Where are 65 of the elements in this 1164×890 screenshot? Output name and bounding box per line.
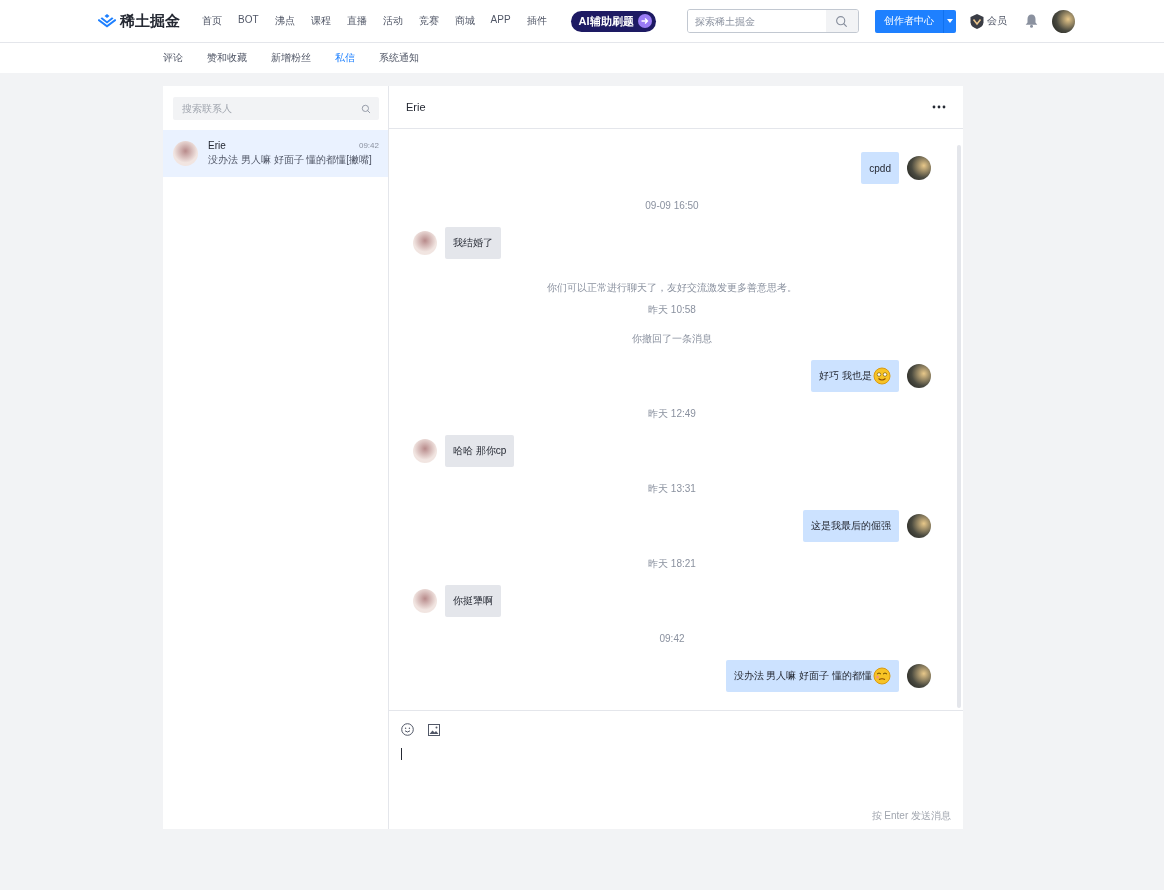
nav-link[interactable]: 商城 [446,14,483,28]
message-bubble: cpdd [861,152,899,184]
search-icon [835,14,849,28]
nav-link[interactable]: APP [482,14,519,28]
message-bubble: 没办法 男人嘛 好面子 懂的都懂 [725,660,899,692]
caret-icon [946,19,953,23]
member-link[interactable]: 会员 [986,14,1007,28]
search-icon [361,103,371,114]
message-preview: 没办法 男人嘛 好面子 懂的都懂[撇嘴] [208,153,373,167]
message-timestamp: 09:42 [658,632,686,645]
contact-time: 09:42 [358,141,379,150]
message-timestamp: 09-09 16:50 [644,199,700,212]
chat-title: Erie [406,101,426,113]
bell-icon[interactable] [1024,14,1038,28]
contact-avatar [413,439,437,463]
message-timestamp: 昨天 13:31 [647,482,697,495]
contact-search-input[interactable]: 搜索联系人 [173,103,361,114]
message-bubble: 这是我最后的倔强 [803,510,899,542]
subnav-tab[interactable]: 赞和收藏 [195,51,259,65]
contact-search-field[interactable]: 搜索联系人 [173,97,379,120]
search-field[interactable]: 探索稀土掘金 [686,9,859,33]
system-notice: 你撤回了一条消息 [631,332,713,345]
user-avatar [907,156,931,180]
contact-avatar [173,141,198,166]
user-avatar [907,364,931,388]
message-bubble: 好巧 我也是 [811,360,899,392]
subnav-tab[interactable]: 系统通知 [367,51,431,65]
emoji-icon[interactable] [401,723,414,736]
nav-link[interactable]: 首页 [194,14,230,28]
subnav-tab[interactable]: 私信 [323,51,367,65]
ai-promo-button[interactable]: AI辅助刷题 [570,10,656,32]
text-cursor [401,748,402,760]
subnav-tab[interactable]: 新增粉丝 [259,51,323,65]
nav-link[interactable]: 插件 [518,14,555,28]
contact-avatar [413,231,437,255]
shield-icon [969,13,984,29]
message-timestamp: 昨天 12:49 [647,407,697,420]
nav-link[interactable]: BOT [230,14,267,28]
system-notice: 你们可以正常进行聊天了，友好交流激发更多善意思考。 [546,281,798,294]
creator-center-button[interactable]: 创作者中心 [874,9,943,33]
contact-avatar [413,589,437,613]
message-timestamp: 昨天 18:21 [647,557,697,570]
nav-link[interactable]: 竞赛 [410,14,447,28]
send-hint: 按 Enter 发送消息 [870,809,951,823]
message-bubble: 我结婚了 [445,227,501,259]
more-icon[interactable] [932,105,946,109]
logo-text[interactable]: 稀土掘金 [120,11,180,31]
nav-link[interactable]: 课程 [302,14,339,28]
user-avatar [907,664,931,688]
nav-link[interactable]: 直播 [338,14,375,28]
contact-name: Erie [208,140,226,151]
logo-icon [98,13,116,29]
nav-link[interactable]: 活动 [374,14,411,28]
message-bubble: 哈哈 那你cp [445,435,515,467]
arrow-right-icon [637,14,652,28]
message-timestamp: 昨天 10:58 [647,303,697,316]
nav-link[interactable]: 沸点 [266,14,303,28]
subnav-tab[interactable]: 评论 [151,51,195,65]
image-icon[interactable] [428,723,440,736]
contact-item[interactable]: Erie 09:42 没办法 男人嘛 好面子 懂的都懂[撇嘴] [163,130,388,177]
user-avatar[interactable] [1051,9,1075,33]
pouting-emoji-icon [873,667,891,685]
user-avatar [907,514,931,538]
message-bubble: 你挺犟啊 [445,585,501,617]
smiley-emoji-icon [873,367,891,385]
